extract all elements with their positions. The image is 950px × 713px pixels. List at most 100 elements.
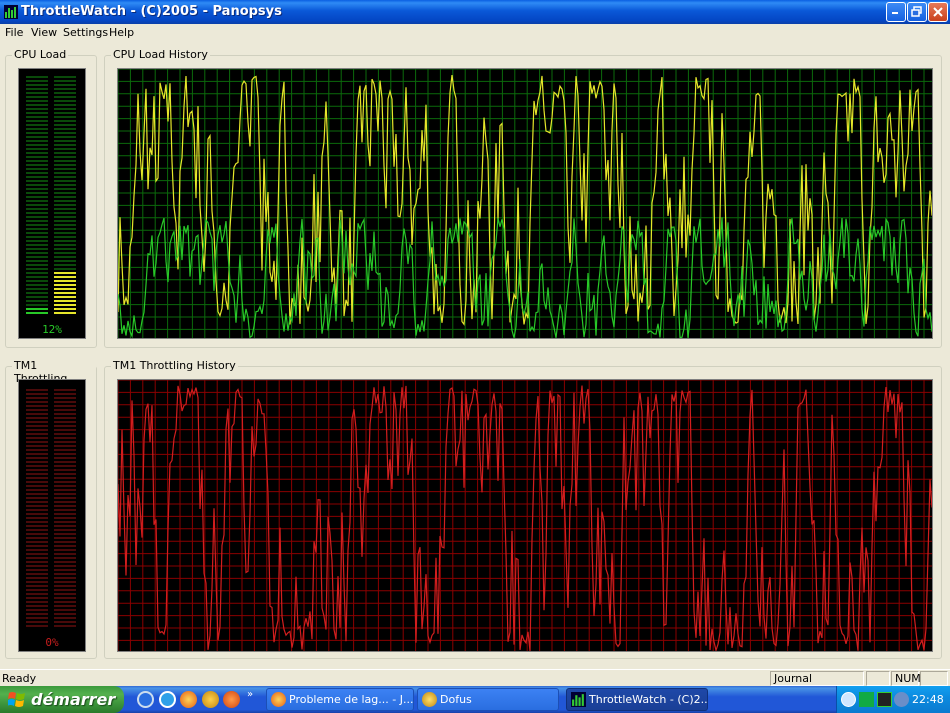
- meter-segment: [26, 128, 48, 130]
- meter-segment: [54, 501, 76, 503]
- meter-segment: [54, 441, 76, 443]
- firefox-icon[interactable]: [180, 691, 197, 708]
- meter-segment: [54, 577, 76, 579]
- meter-segment: [54, 489, 76, 491]
- meter-segment: [26, 232, 48, 234]
- meter-segment: [54, 252, 76, 254]
- task-throttlewatch[interactable]: ThrottleWatch - (C)2...: [566, 688, 708, 711]
- meter-segment: [26, 176, 48, 178]
- cpu-load-value: 12%: [42, 323, 62, 336]
- meter-segment: [26, 120, 48, 122]
- meter-segment: [26, 577, 48, 579]
- meter-segment: [54, 200, 76, 202]
- tray-network-icon[interactable]: [859, 692, 874, 707]
- task-firefox[interactable]: Probleme de lag... - J...: [266, 688, 414, 711]
- task-dofus[interactable]: Dofus: [417, 688, 559, 711]
- meter-segment: [54, 549, 76, 551]
- menu-view[interactable]: View: [31, 26, 57, 39]
- quicklaunch-overflow-icon[interactable]: »: [247, 689, 253, 700]
- meter-segment: [54, 136, 76, 138]
- firefox-icon: [271, 692, 286, 707]
- meter-segment: [26, 248, 48, 250]
- task-label: ThrottleWatch - (C)2...: [589, 693, 708, 706]
- meter-segment: [26, 188, 48, 190]
- cpu-history-chart: [117, 68, 933, 339]
- meter-segment: [54, 260, 76, 262]
- meter-segment: [26, 92, 48, 94]
- meter-segment: [54, 557, 76, 559]
- tray-volume-icon[interactable]: [894, 692, 909, 707]
- meter-segment: [54, 172, 76, 174]
- minimize-button[interactable]: [886, 2, 906, 22]
- meter-segment: [26, 477, 48, 479]
- meter-segment: [26, 585, 48, 587]
- cpu-load-bars: [26, 76, 76, 314]
- meter-segment: [54, 244, 76, 246]
- tray-throttlewatch-icon[interactable]: [877, 692, 892, 707]
- show-desktop-icon[interactable]: [137, 691, 154, 708]
- meter-segment: [26, 533, 48, 535]
- status-bar: Ready Journal stopped NUM: [0, 669, 950, 698]
- menu-help[interactable]: Help: [109, 26, 134, 39]
- menu-settings[interactable]: Settings: [63, 26, 108, 39]
- close-button[interactable]: [928, 2, 948, 22]
- meter-segment: [26, 112, 48, 114]
- meter-segment: [26, 304, 48, 306]
- meter-segment: [54, 208, 76, 210]
- start-label: démarrer: [31, 690, 116, 709]
- meter-segment: [26, 244, 48, 246]
- app-quicklaunch-icon[interactable]: [223, 691, 240, 708]
- meter-segment: [54, 236, 76, 238]
- cpu-history-group: CPU Load History: [104, 48, 942, 348]
- start-button[interactable]: démarrer: [0, 686, 124, 713]
- meter-segment: [26, 389, 48, 391]
- meter-segment: [54, 296, 76, 298]
- meter-segment: [54, 148, 76, 150]
- meter-segment: [26, 417, 48, 419]
- dofus-quicklaunch-icon[interactable]: [202, 691, 219, 708]
- meter-segment: [26, 108, 48, 110]
- meter-segment: [54, 521, 76, 523]
- meter-segment: [54, 505, 76, 507]
- meter-segment: [26, 573, 48, 575]
- meter-segment: [26, 521, 48, 523]
- meter-segment: [54, 409, 76, 411]
- meter-segment: [26, 156, 48, 158]
- title-bar[interactable]: ThrottleWatch - (C)2005 - Panopsys: [0, 0, 950, 24]
- meter-segment: [54, 581, 76, 583]
- meter-segment: [54, 132, 76, 134]
- tm1-history-chart: [117, 379, 933, 652]
- meter-segment: [26, 457, 48, 459]
- meter-segment: [54, 569, 76, 571]
- meter-segment: [54, 308, 76, 310]
- meter-segment: [26, 184, 48, 186]
- meter-segment: [26, 493, 48, 495]
- meter-segment: [26, 104, 48, 106]
- meter-segment: [26, 541, 48, 543]
- meter-segment: [26, 509, 48, 511]
- meter-segment: [54, 465, 76, 467]
- meter-segment: [54, 196, 76, 198]
- menu-file[interactable]: File: [5, 26, 23, 39]
- meter-segment: [54, 469, 76, 471]
- meter-segment: [26, 196, 48, 198]
- meter-segment: [54, 625, 76, 627]
- maximize-button[interactable]: [907, 2, 927, 22]
- tm1-history-group: TM1 Throttling History: [104, 359, 942, 659]
- meter-segment: [54, 88, 76, 90]
- meter-segment: [54, 184, 76, 186]
- cpu-core1-bar: [26, 76, 48, 314]
- meter-segment: [26, 208, 48, 210]
- meter-segment: [26, 421, 48, 423]
- meter-segment: [26, 272, 48, 274]
- tray-expand-icon[interactable]: [841, 692, 856, 707]
- media-player-icon[interactable]: [159, 691, 176, 708]
- meter-segment: [54, 164, 76, 166]
- meter-segment: [54, 272, 76, 274]
- meter-segment: [26, 152, 48, 154]
- meter-segment: [26, 501, 48, 503]
- meter-segment: [26, 561, 48, 563]
- menu-bar: File View Settings Help: [0, 24, 950, 42]
- meter-segment: [26, 401, 48, 403]
- meter-segment: [26, 204, 48, 206]
